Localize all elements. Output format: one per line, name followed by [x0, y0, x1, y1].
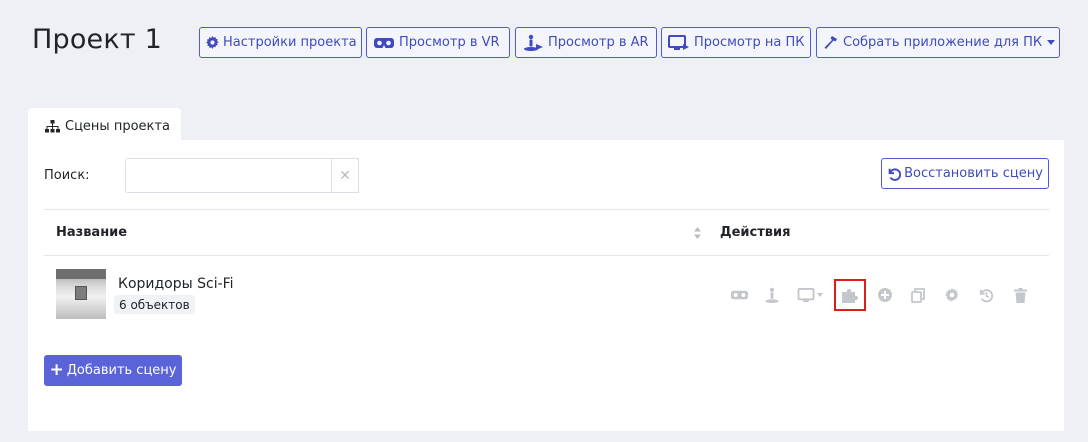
divider	[44, 209, 1049, 210]
restore-scene-label: Восстановить сцену	[904, 166, 1043, 181]
search-clear-button[interactable]: ✕	[331, 158, 359, 193]
add-scene-button[interactable]: + Добавить сцену	[44, 355, 182, 386]
search-input[interactable]	[125, 158, 359, 193]
scene-delete-button[interactable]	[1004, 279, 1036, 311]
monitor-icon	[797, 287, 815, 302]
chevron-down-icon	[1047, 40, 1056, 45]
scene-view-pc-dropdown[interactable]	[791, 279, 829, 311]
restore-scene-button[interactable]: Восстановить сцену	[881, 158, 1049, 189]
column-header-actions: Действия	[720, 225, 791, 240]
scene-thumbnail[interactable]	[56, 269, 106, 319]
puzzle-icon	[842, 288, 859, 303]
view-ar-label: Просмотр в AR	[548, 35, 649, 50]
scene-actions	[723, 279, 1043, 311]
scene-copy-button[interactable]	[902, 279, 934, 311]
plus-circle-icon	[878, 288, 892, 302]
trash-icon	[1013, 287, 1027, 303]
view-pc-label: Просмотр на ПК	[694, 35, 805, 50]
undo-icon	[888, 167, 902, 181]
add-scene-label: Добавить сцену	[66, 363, 177, 378]
gear-icon	[206, 36, 219, 49]
vr-headset-icon	[730, 290, 748, 300]
divider	[44, 255, 1049, 256]
scene-build-button[interactable]	[834, 279, 866, 311]
scene-view-ar-button[interactable]	[756, 279, 788, 311]
scene-view-vr-button[interactable]	[723, 279, 755, 311]
column-header-name[interactable]: Название	[56, 225, 127, 240]
scenes-panel: Поиск: ✕ Восстановить сцену Название Дей…	[28, 140, 1064, 431]
scene-add-object-button[interactable]	[869, 279, 901, 311]
page-title: Проект 1	[32, 24, 162, 55]
ar-person-icon	[765, 287, 779, 303]
chevron-down-icon	[817, 293, 823, 297]
scene-settings-button[interactable]	[936, 279, 968, 311]
build-pc-app-dropdown[interactable]: Собрать приложение для ПК	[816, 27, 1060, 58]
hammer-icon	[824, 35, 837, 49]
vr-headset-icon	[374, 37, 394, 48]
sitemap-icon	[45, 120, 60, 133]
ar-person-icon	[524, 34, 543, 51]
scene-name[interactable]: Коридоры Sci-Fi	[118, 276, 234, 292]
project-settings-label: Настройки проекта	[223, 35, 357, 50]
view-vr-label: Просмотр в VR	[399, 35, 500, 50]
tab-scenes-label: Сцены проекта	[65, 119, 170, 134]
gear-icon	[945, 288, 959, 302]
monitor-icon	[668, 34, 689, 50]
search-label: Поиск:	[44, 168, 90, 183]
plus-icon: +	[49, 360, 64, 380]
view-ar-button[interactable]: Просмотр в AR	[515, 27, 657, 58]
project-settings-button[interactable]: Настройки проекта	[199, 27, 362, 58]
scene-history-button[interactable]	[970, 279, 1002, 311]
close-icon: ✕	[339, 167, 351, 184]
view-vr-button[interactable]: Просмотр в VR	[366, 27, 510, 58]
build-pc-app-label: Собрать приложение для ПК	[843, 35, 1043, 50]
view-pc-button[interactable]: Просмотр на ПК	[661, 27, 811, 58]
history-icon	[979, 288, 993, 302]
copy-icon	[911, 287, 925, 303]
scene-object-count-badge: 6 объектов	[114, 295, 195, 314]
sort-icon[interactable]	[693, 226, 702, 240]
